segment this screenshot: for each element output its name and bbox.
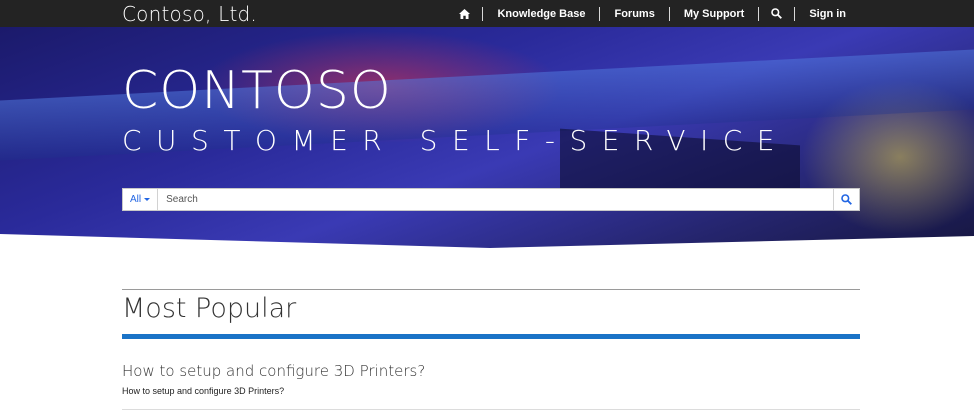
- search-bar: All: [122, 188, 860, 211]
- article-title-link[interactable]: How to setup and configure 3D Printers?: [122, 362, 425, 380]
- hero-banner: CONTOSO CUSTOMER SELF-SERVICE All: [0, 27, 974, 251]
- main-nav: Knowledge Base Forums My Support Sign in: [447, 0, 860, 27]
- nav-forums[interactable]: Forums: [599, 6, 668, 21]
- section-accent-bar: [122, 334, 860, 339]
- search-scope-label: All: [130, 194, 142, 205]
- top-nav-bar: Contoso, Ltd. Knowledge Base Forums My S…: [0, 0, 974, 27]
- search-scope-dropdown[interactable]: All: [123, 189, 159, 210]
- article-description: How to setup and configure 3D Printers?: [122, 386, 285, 396]
- nav-sign-in[interactable]: Sign in: [794, 6, 860, 21]
- nav-my-support[interactable]: My Support: [668, 6, 759, 21]
- search-button[interactable]: [833, 189, 859, 210]
- list-item-divider: [122, 409, 860, 410]
- section-divider: [122, 289, 860, 290]
- search-input[interactable]: [158, 189, 833, 210]
- hero-subtitle: CUSTOMER SELF-SERVICE: [122, 124, 789, 157]
- search-icon: [841, 194, 852, 205]
- hero-title: CONTOSO: [122, 61, 392, 121]
- nav-home[interactable]: [447, 7, 482, 21]
- search-icon: [771, 8, 783, 19]
- nav-knowledge-base[interactable]: Knowledge Base: [482, 6, 599, 21]
- brand-logo[interactable]: Contoso, Ltd.: [122, 2, 257, 26]
- section-title: Most Popular: [122, 293, 297, 324]
- nav-search[interactable]: [758, 6, 794, 21]
- chevron-down-icon: [144, 198, 151, 201]
- home-icon: [459, 8, 471, 19]
